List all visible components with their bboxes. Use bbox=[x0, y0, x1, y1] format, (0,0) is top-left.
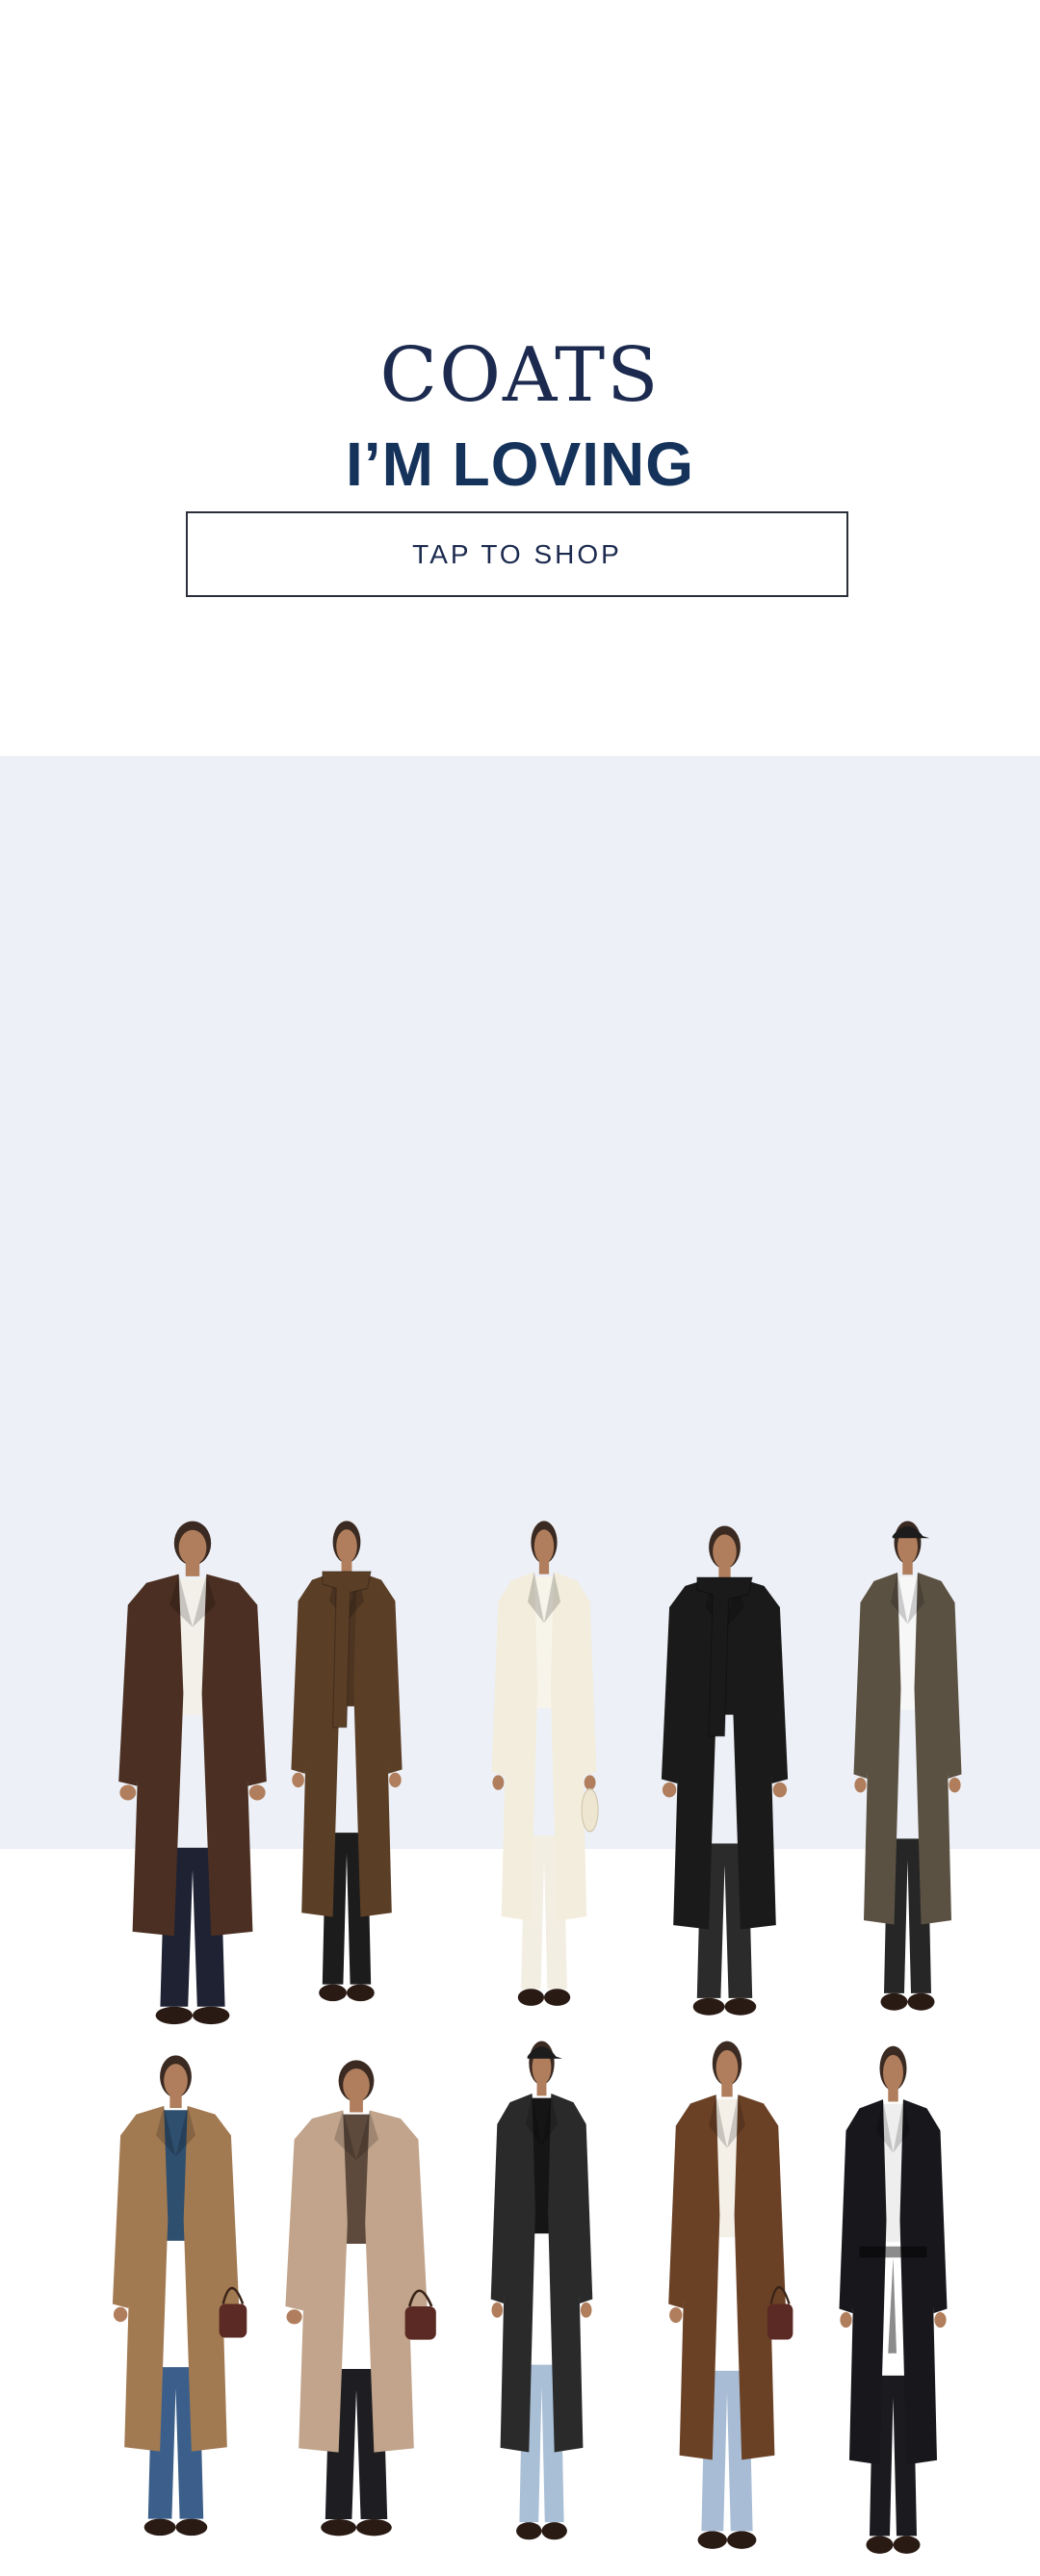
look-5-illustration bbox=[853, 1521, 962, 2011]
hand-left bbox=[840, 2311, 852, 2329]
hand-left bbox=[113, 2306, 128, 2323]
look-8-illustration bbox=[490, 2041, 593, 2540]
hand-right bbox=[934, 2311, 947, 2329]
neck-shape bbox=[536, 2082, 547, 2096]
hand-left bbox=[292, 1772, 304, 1788]
face-shape bbox=[343, 2069, 370, 2102]
look-4-illustration bbox=[661, 1525, 789, 2016]
hand-right bbox=[772, 1782, 788, 1798]
look-2-card[interactable] bbox=[260, 1517, 433, 2022]
handbag-icon bbox=[219, 2303, 247, 2338]
belt-tie bbox=[888, 2257, 897, 2354]
look-10-card[interactable] bbox=[809, 2042, 977, 2576]
look-7-illustration bbox=[285, 2060, 436, 2537]
look-5-card[interactable] bbox=[823, 1517, 992, 2032]
look-10-illustration bbox=[839, 2045, 948, 2554]
face-shape bbox=[715, 2049, 739, 2086]
shoe-right bbox=[893, 2536, 921, 2554]
look-3-card[interactable] bbox=[462, 1517, 626, 2027]
look-8-card[interactable] bbox=[462, 2037, 621, 2562]
shoe-left bbox=[517, 1989, 544, 2006]
shoe-left bbox=[697, 2531, 727, 2549]
neck-shape bbox=[721, 2083, 733, 2097]
shoe-right bbox=[193, 2006, 230, 2025]
hero-section: COATS I’M LOVING TAP TO SHOP bbox=[0, 0, 1040, 756]
hand-right bbox=[580, 2302, 592, 2318]
hand-right bbox=[584, 1775, 596, 1790]
handbag-icon bbox=[767, 2303, 793, 2340]
look-9-card[interactable] bbox=[636, 2037, 819, 2571]
shoe-right bbox=[907, 1992, 935, 2011]
neck-shape bbox=[169, 2095, 182, 2109]
neck-shape bbox=[350, 2099, 363, 2113]
shoe-right bbox=[347, 1984, 375, 2002]
neck-shape bbox=[538, 1561, 550, 1574]
shoe-right bbox=[727, 2531, 757, 2549]
neck-shape bbox=[888, 2088, 898, 2102]
shoe-left bbox=[155, 2006, 193, 2025]
shoe-left bbox=[321, 2519, 356, 2537]
shoe-left bbox=[143, 2518, 176, 2537]
coat-gallery bbox=[0, 756, 1040, 2554]
shoulder-bag-icon bbox=[581, 1788, 599, 1833]
face-shape bbox=[336, 1529, 357, 1564]
look-4-card[interactable] bbox=[626, 1522, 823, 2037]
neck-shape bbox=[185, 1563, 200, 1576]
hand-left bbox=[492, 1775, 505, 1790]
shoe-right bbox=[724, 1997, 757, 2016]
shoe-left bbox=[319, 1984, 347, 2002]
headline-coats: COATS bbox=[379, 332, 661, 419]
shoe-left bbox=[516, 2522, 542, 2540]
headline-im-loving: I’M LOVING bbox=[346, 429, 694, 499]
face-shape bbox=[713, 1534, 737, 1570]
shoe-right bbox=[175, 2518, 208, 2537]
tap-to-shop-button[interactable]: TAP TO SHOP bbox=[186, 511, 848, 597]
shoe-left bbox=[880, 1992, 908, 2011]
hand-left bbox=[669, 2306, 683, 2324]
belt-icon bbox=[859, 2246, 927, 2258]
look-7-card[interactable] bbox=[246, 2056, 467, 2557]
face-shape bbox=[178, 1529, 207, 1566]
hand-left bbox=[491, 2302, 504, 2318]
look-3-illustration bbox=[491, 1521, 599, 2006]
face-shape bbox=[533, 1529, 555, 1564]
shoe-right bbox=[544, 1989, 571, 2006]
handbag-icon bbox=[404, 2306, 436, 2340]
shoe-right bbox=[541, 2522, 567, 2540]
look-2-illustration bbox=[291, 1521, 403, 2002]
shoe-left bbox=[692, 1997, 725, 2016]
hand-left bbox=[119, 1784, 137, 1801]
hand-left bbox=[662, 1782, 677, 1798]
hand-right bbox=[389, 1772, 402, 1788]
shoe-left bbox=[866, 2536, 894, 2554]
hand-left bbox=[286, 2309, 302, 2325]
look-9-illustration bbox=[668, 2041, 793, 2549]
face-shape bbox=[883, 2054, 903, 2091]
neck-shape bbox=[902, 1561, 913, 1575]
face-shape bbox=[164, 2064, 188, 2098]
hand-left bbox=[854, 1777, 867, 1793]
hand-right bbox=[949, 1777, 961, 1793]
shoe-right bbox=[356, 2519, 392, 2537]
